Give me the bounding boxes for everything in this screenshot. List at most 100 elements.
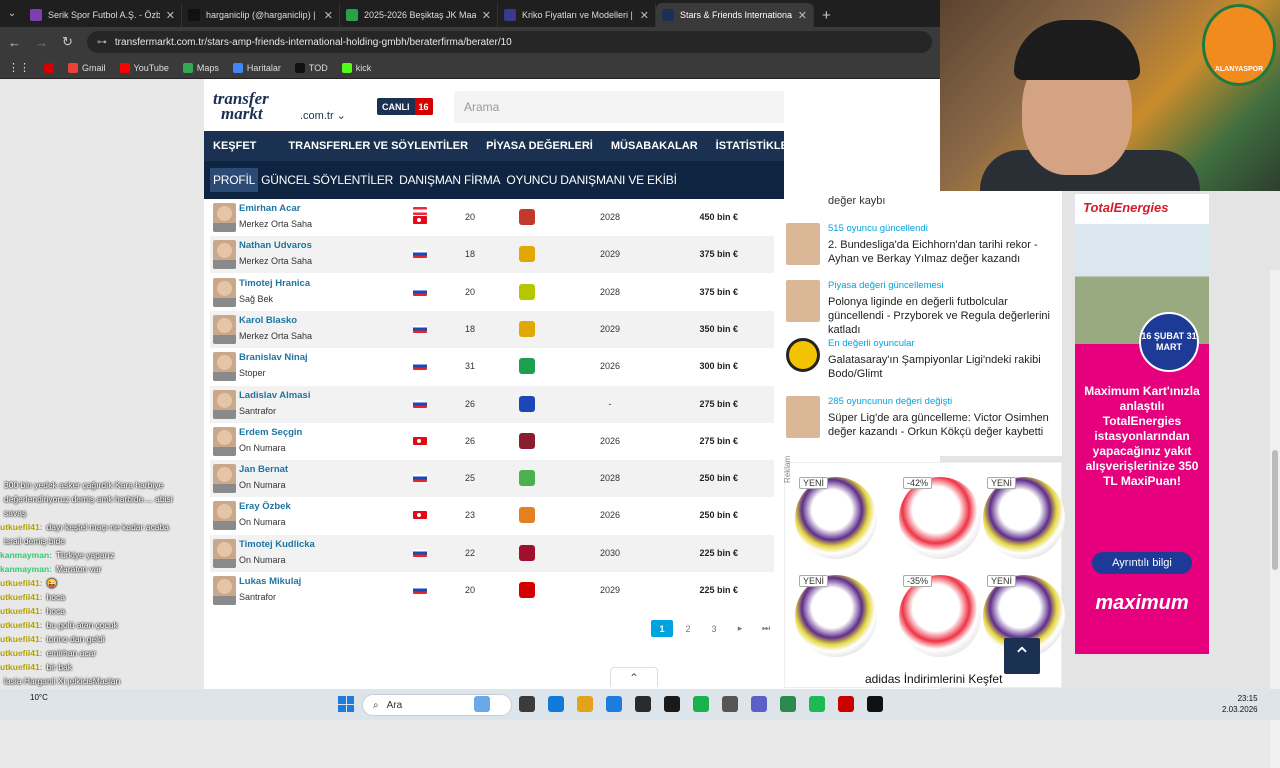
news-category[interactable]: 285 oyuncunun değeri değişti [828,396,952,407]
taskbar-app-icon[interactable] [664,696,680,712]
last-page-button[interactable]: ⏭ [755,620,777,637]
taskbar-app-icon[interactable] [693,696,709,712]
taskbar-app-icon[interactable] [838,696,854,712]
ad-details-button[interactable]: Ayrıntılı bilgi [1092,552,1192,574]
page-button[interactable]: 3 [703,620,725,637]
player-avatar[interactable] [213,277,236,307]
browser-tab[interactable]: 2025-2026 Beşiktaş JK Maaşları ✕ [340,3,498,27]
football-product[interactable] [899,477,981,559]
main-nav-item[interactable]: KEŞFET [204,131,265,161]
news-thumbnail[interactable] [786,338,820,372]
taskbar-app-icon[interactable] [635,696,651,712]
bookmark-item[interactable]: TOD [294,62,328,73]
football-product[interactable] [795,575,877,657]
close-tab-icon[interactable]: ✕ [640,9,649,22]
football-product[interactable] [983,477,1065,559]
player-name-link[interactable]: Nathan Udvaros [239,240,312,251]
browser-tab[interactable]: Serik Spor Futbol A.Ş. - Özbelsa ✕ [24,3,182,27]
taskbar-app-icon[interactable] [751,696,767,712]
system-clock[interactable]: 23:15 2.03.2026 [1222,693,1258,715]
club-logo-icon[interactable] [519,432,535,449]
player-name-link[interactable]: Erdem Seçgin [239,427,302,438]
sub-nav-item[interactable]: PROFİL [210,168,259,192]
bookmark-item[interactable]: Gmail [68,62,106,73]
close-tab-icon[interactable]: ✕ [798,9,807,22]
news-thumbnail[interactable] [786,223,820,265]
club-logo-icon[interactable] [519,507,535,524]
main-nav-item[interactable]: TRANSFERLER VE SÖYLENTİLER [279,131,477,161]
club-logo-icon[interactable] [519,470,535,487]
browser-tab[interactable]: Kriko Fiyatları ve Modelleri | Tal ✕ [498,3,656,27]
news-headline[interactable]: 2. Bundesliga'da Eichhorn'dan tarihi rek… [828,238,1058,266]
taskbar-app-icon[interactable] [519,696,535,712]
domain-selector[interactable]: .com.tr ⌄ [300,109,346,122]
apps-grid-icon[interactable]: ⋮⋮ [8,61,30,74]
player-name-link[interactable]: Ladislav Almasi [239,390,310,401]
club-logo-icon[interactable] [519,582,535,598]
player-avatar[interactable] [213,203,236,232]
news-category[interactable]: En değerli oyuncular [828,338,915,349]
close-tab-icon[interactable]: ✕ [324,9,333,22]
news-thumbnail[interactable] [786,396,820,438]
player-avatar[interactable] [213,426,236,456]
bookmark-item[interactable]: YouTube [119,62,169,73]
back-icon[interactable]: ← [8,35,21,50]
transfermarkt-logo[interactable]: transfer markt [213,90,295,123]
player-avatar[interactable] [213,389,236,419]
taskbar-app-icon[interactable] [809,696,825,712]
page-button[interactable]: 2 [677,620,699,637]
club-logo-icon[interactable] [519,358,535,375]
new-tab-button[interactable]: + [822,3,831,27]
news-headline[interactable]: Galatasaray'ın Şampiyonlar Ligi'ndeki ra… [828,353,1058,381]
browser-tab[interactable]: Stars & Friends International Ho ✕ [656,3,814,27]
totalenergies-ad[interactable]: TotalEnergies 16 ŞUBAT 31 MART Maximum K… [1075,194,1209,654]
club-logo-icon[interactable] [519,544,535,561]
player-name-link[interactable]: Emirhan Acar [239,203,300,214]
close-tab-icon[interactable]: ✕ [166,9,175,22]
weather-widget[interactable]: 10°C [30,693,48,703]
player-name-link[interactable]: Timotej Kudlicka [239,539,315,550]
page-button[interactable]: 1 [651,620,673,637]
bookmark-item[interactable]: Haritalar [232,62,281,73]
player-avatar[interactable] [213,352,236,382]
news-headline[interactable]: Süper Lig'de ara güncelleme: Victor Osim… [828,411,1058,439]
taskbar-app-icon[interactable] [867,696,883,712]
player-name-link[interactable]: Eray Özbek [239,501,291,512]
bookmark-item[interactable]: kick [341,62,371,73]
main-nav-item[interactable]: PİYASA DEĞERLERİ [477,131,602,161]
news-thumbnail[interactable] [786,280,820,322]
news-category[interactable]: Piyasa değeri güncellemesi [828,280,944,291]
start-button[interactable] [338,696,354,712]
news-category[interactable]: 515 oyuncu güncellendi [828,223,928,234]
next-page-button[interactable]: ▸ [729,620,751,637]
url-bar[interactable]: ⊶ transfermarkt.com.tr/stars-amp-friends… [86,31,932,53]
news-headline[interactable]: Polonya liginde en değerli futbolcular g… [828,295,1058,337]
club-logo-icon[interactable] [519,320,535,337]
taskbar-app-icon[interactable] [606,696,622,712]
football-product[interactable] [899,575,981,657]
site-search-input[interactable]: Arama [454,91,831,123]
taskbar-app-icon[interactable] [548,696,564,712]
site-info-icon[interactable]: ⊶ [97,37,107,48]
taskbar-app-icon[interactable] [780,696,796,712]
football-product[interactable] [795,477,877,559]
sub-nav-item[interactable]: DANIŞMAN FİRMA [396,168,503,192]
bookmark-item[interactable] [44,62,54,73]
scroll-up-tab[interactable]: ⌃ [610,667,658,687]
club-logo-icon[interactable] [519,209,535,225]
browser-tab[interactable]: harganiclip (@harganiclip) | Tik ✕ [182,3,340,27]
player-avatar[interactable] [213,240,236,270]
live-button[interactable]: CANLI 16 [377,98,433,115]
player-name-link[interactable]: Lukas Mikulaj [239,576,301,587]
taskbar-app-icon[interactable] [474,696,490,712]
player-name-link[interactable]: Timotej Hranica [239,278,310,289]
club-logo-icon[interactable] [519,395,535,412]
main-nav-item[interactable]: MÜSABAKALAR [602,131,707,161]
club-logo-icon[interactable] [519,283,535,300]
player-name-link[interactable]: Jan Bernat [239,464,288,475]
player-avatar[interactable] [213,314,236,344]
player-name-link[interactable]: Karol Blasko [239,315,297,326]
sub-nav-item[interactable]: GÜNCEL SÖYLENTİLER [258,168,396,192]
forward-icon[interactable]: → [35,35,48,50]
bookmark-item[interactable]: Maps [182,62,219,73]
